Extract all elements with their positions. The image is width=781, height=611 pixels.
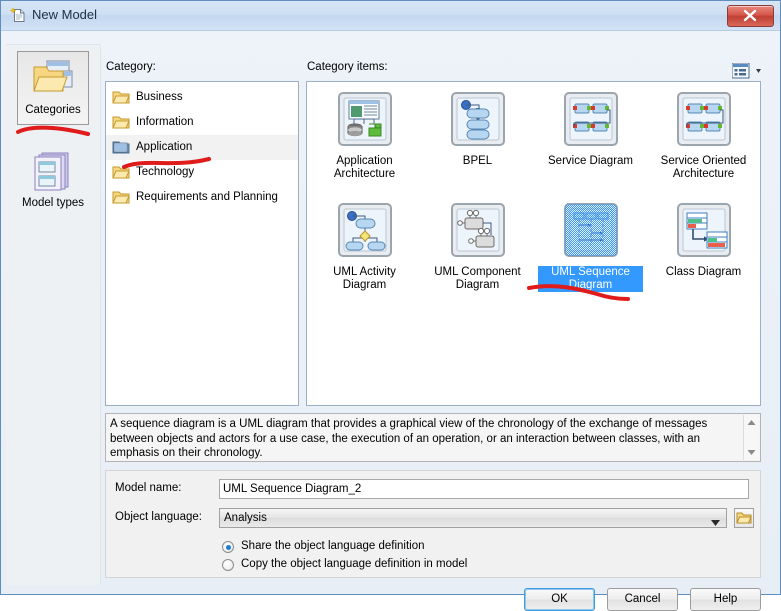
model-name-input[interactable] bbox=[219, 479, 749, 499]
item-tile-uml-activity-diagram[interactable]: UML Activity Diagram bbox=[312, 201, 417, 292]
model-name-label: Model name: bbox=[115, 482, 181, 494]
service-diagram-icon bbox=[538, 90, 643, 151]
item-tile-uml-sequence-diagram[interactable]: UML Sequence Diagram bbox=[538, 201, 643, 292]
view-rail: Categories Model types bbox=[6, 44, 101, 585]
new-model-dialog: New Model Categ bbox=[0, 0, 781, 595]
radio-button-selected[interactable] bbox=[222, 541, 234, 553]
title-bar: New Model bbox=[1, 1, 780, 31]
window-title: New Model bbox=[32, 7, 97, 22]
annotation-underline-categories bbox=[14, 123, 96, 139]
item-tile-label: UML Sequence Diagram bbox=[538, 266, 643, 292]
radio-share-object-language[interactable]: Share the object language definition bbox=[222, 540, 425, 552]
close-button[interactable] bbox=[727, 5, 774, 27]
cancel-button[interactable]: Cancel bbox=[607, 588, 678, 611]
chevron-down-icon bbox=[711, 517, 720, 529]
item-tile-service-diagram[interactable]: Service Diagram bbox=[538, 90, 643, 168]
description-text: A sequence diagram is a UML diagram that… bbox=[110, 417, 740, 461]
category-item-requirements-and-planning[interactable]: Requirements and Planning bbox=[106, 185, 298, 210]
new-document-icon bbox=[10, 7, 27, 24]
description-scrollbar[interactable] bbox=[743, 415, 759, 460]
stacked-pages-icon bbox=[17, 150, 89, 195]
object-language-select[interactable]: Analysis bbox=[219, 508, 727, 528]
view-mode-button[interactable] bbox=[732, 63, 770, 79]
category-item-application[interactable]: Application bbox=[106, 135, 298, 160]
item-tile-label: Application Architecture bbox=[312, 155, 417, 181]
item-tile-uml-component-diagram[interactable]: UML Component Diagram bbox=[425, 201, 530, 292]
item-tile-bpel[interactable]: BPEL bbox=[425, 90, 530, 168]
item-tile-label: BPEL bbox=[461, 155, 494, 168]
category-item-label: Application bbox=[136, 141, 192, 153]
radio-button-unselected[interactable] bbox=[222, 559, 234, 571]
item-tile-class-diagram[interactable]: Class Diagram bbox=[651, 201, 756, 279]
model-settings-group: Model name: Object language: Analysis Sh… bbox=[105, 470, 761, 578]
category-item-business[interactable]: Business bbox=[106, 85, 298, 110]
item-tile-service-oriented-architecture[interactable]: Service Oriented Architecture bbox=[651, 90, 756, 181]
uml-activity-diagram-icon bbox=[312, 201, 417, 262]
item-tile-label: Service Diagram bbox=[546, 155, 635, 168]
class-diagram-icon bbox=[651, 201, 756, 262]
category-item-information[interactable]: Information bbox=[106, 110, 298, 135]
chevron-down-icon bbox=[756, 69, 761, 73]
item-tile-label: UML Component Diagram bbox=[425, 266, 530, 292]
radio-label: Share the object language definition bbox=[222, 540, 425, 552]
bpel-icon bbox=[425, 90, 530, 151]
item-tile-label: Class Diagram bbox=[664, 266, 743, 279]
category-item-label: Business bbox=[136, 91, 183, 103]
help-button[interactable]: Help bbox=[690, 588, 761, 611]
application-architecture-icon bbox=[312, 90, 417, 151]
category-item-label: Technology bbox=[136, 166, 194, 178]
folder-browse-icon bbox=[735, 509, 753, 527]
uml-component-diagram-icon bbox=[425, 201, 530, 262]
scroll-down-icon[interactable] bbox=[744, 445, 759, 460]
sidebar-item-label: Model types bbox=[17, 197, 89, 209]
object-language-label: Object language: bbox=[115, 511, 202, 523]
uml-sequence-diagram-icon bbox=[538, 201, 643, 262]
description-box: A sequence diagram is a UML diagram that… bbox=[105, 413, 761, 462]
folder-icon bbox=[112, 189, 130, 215]
item-tile-label: UML Activity Diagram bbox=[312, 266, 417, 292]
item-tile-label: Service Oriented Architecture bbox=[651, 155, 756, 181]
category-list: Business Information bbox=[105, 81, 299, 406]
folder-windows-icon bbox=[18, 57, 88, 102]
category-item-technology[interactable]: Technology bbox=[106, 160, 298, 185]
radio-copy-object-language[interactable]: Copy the object language definition in m… bbox=[222, 558, 467, 570]
items-heading: Category items: bbox=[307, 61, 388, 73]
sidebar-item-model-types[interactable]: Model types bbox=[17, 145, 89, 219]
browse-object-language-button[interactable] bbox=[734, 508, 754, 528]
ok-button[interactable]: OK bbox=[524, 588, 595, 611]
sidebar-item-categories[interactable]: Categories bbox=[17, 51, 89, 125]
category-item-label: Information bbox=[136, 116, 194, 128]
category-items-grid: Application Architecture bbox=[306, 81, 761, 406]
service-oriented-architecture-icon bbox=[651, 90, 756, 151]
scroll-up-icon[interactable] bbox=[744, 415, 759, 430]
category-heading: Category: bbox=[106, 61, 156, 73]
object-language-value: Analysis bbox=[224, 512, 267, 524]
dialog-body: Categories Model types bbox=[1, 30, 780, 594]
item-tile-application-architecture[interactable]: Application Architecture bbox=[312, 90, 417, 181]
radio-label: Copy the object language definition in m… bbox=[222, 558, 467, 570]
sidebar-item-label: Categories bbox=[18, 104, 88, 116]
category-item-label: Requirements and Planning bbox=[136, 191, 278, 203]
